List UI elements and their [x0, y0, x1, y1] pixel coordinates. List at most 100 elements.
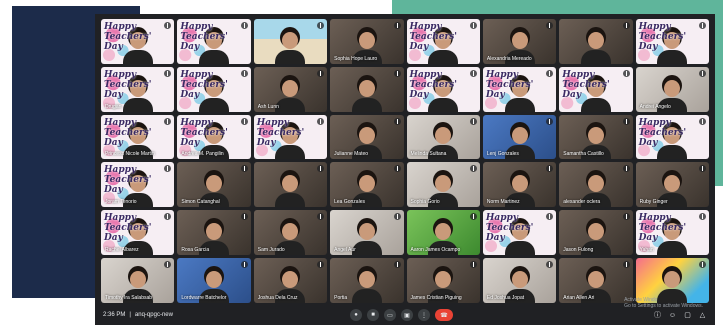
participant-tile[interactable]: Sophia Hope Lauro — [330, 19, 404, 64]
participant-name: Joshua Dela Cruz — [257, 294, 298, 301]
participant-tile[interactable]: Happy Teachers' Day Yahan — [635, 210, 709, 256]
participant-tile[interactable]: Andrei Angelo — [635, 66, 709, 112]
greeting-text: Happy Teachers' Day — [256, 117, 305, 148]
mic-status-icon — [469, 165, 477, 173]
more-options-icon[interactable]: ⋮ — [418, 309, 430, 321]
participant-tile[interactable]: Lea Gonzales — [330, 162, 404, 208]
present-screen-icon[interactable]: ▣ — [401, 309, 413, 321]
participant-tile[interactable]: alexander oclera — [559, 162, 633, 208]
participant-tile[interactable]: Alexandria Mereado — [482, 19, 557, 64]
participant-tile[interactable]: Sam Jurado — [253, 210, 328, 256]
chat-icon[interactable]: ▢ — [683, 311, 692, 320]
mic-status-icon — [393, 22, 401, 29]
participant-tile[interactable]: James Cristian Piguing — [406, 258, 480, 303]
participant-tile[interactable]: Ash Lunn — [253, 66, 328, 112]
participant-tile[interactable]: Happy Teachers' Day — [253, 114, 328, 160]
participant-tile[interactable]: Happy Teachers' Day — [101, 19, 175, 64]
participant-name: Andrei Angelo — [639, 103, 671, 110]
mic-status-icon — [240, 22, 248, 29]
participant-tile[interactable]: Happy Teachers' Day — [635, 19, 709, 64]
participant-tile[interactable] — [330, 66, 404, 112]
participant-tile[interactable]: Happy Teachers' Day Andrea M. Pangilin — [177, 114, 251, 160]
greeting-text: Happy Teachers' Day — [485, 69, 534, 100]
activities-icon[interactable]: △ — [698, 311, 707, 320]
mic-status-icon — [317, 22, 325, 29]
participant-tile[interactable]: Aaron James Ocampo — [406, 210, 480, 256]
mic-status-icon — [546, 117, 554, 125]
mic-status-icon — [469, 213, 477, 221]
participant-tile[interactable]: Joshua Dela Cruz — [253, 258, 328, 303]
participant-tile[interactable]: Rosa Garcia — [177, 210, 251, 256]
mic-status-icon — [393, 117, 401, 125]
participant-tile[interactable]: Samantha Castillo — [559, 114, 633, 160]
participant-tile[interactable]: Happy Teachers' Day Rachel Albarez — [101, 210, 175, 256]
mic-status-icon — [546, 165, 554, 173]
participant-tile[interactable]: Arian Allen Ari — [559, 258, 633, 303]
participant-tile[interactable]: Angel Aur — [330, 210, 404, 256]
participant-tile[interactable]: Lenj Gonzales — [482, 114, 557, 160]
greeting-text: Happy Teachers' Day — [104, 165, 152, 196]
captions-icon[interactable]: ▭ — [384, 309, 396, 321]
mic-status-icon — [469, 22, 477, 29]
end-call-icon[interactable]: ☎ — [435, 309, 453, 321]
mic-status-icon — [546, 22, 554, 29]
mic-status-icon — [393, 213, 401, 221]
mic-status-icon — [164, 22, 172, 29]
participant-tile[interactable]: Lordwarre Batchelor — [177, 258, 251, 303]
participant-tile[interactable]: Jason Fulong — [559, 210, 633, 256]
participant-tile[interactable]: Timothy Ira Salabsab — [101, 258, 175, 303]
microphone-icon[interactable]: ● — [350, 309, 362, 321]
info-icon[interactable]: ⓘ — [653, 311, 662, 320]
greeting-text: Happy Teachers' Day — [104, 117, 152, 148]
participant-tile[interactable]: Happy Teachers' Day Princess Nicole Marti… — [101, 114, 175, 160]
participant-tile[interactable] — [253, 162, 328, 208]
participant-tile[interactable]: Happy Teachers' Day — [635, 114, 709, 160]
participant-tile[interactable]: Ruby Ginger — [635, 162, 709, 208]
meeting-info: 2:36 PM | anq-qpgc-new — [103, 312, 173, 318]
participant-tile[interactable]: Happy Teachers' Day — [482, 210, 557, 256]
participant-name: Aaron James Ocampo — [410, 247, 461, 254]
participant-tile[interactable]: Portia — [330, 258, 404, 303]
participant-tile[interactable] — [253, 19, 328, 64]
participant-tile[interactable]: Sophia Gorio — [406, 162, 480, 208]
participant-tile[interactable]: Julianne Mateo — [330, 114, 404, 160]
participant-tile[interactable]: Simon Catanghal — [177, 162, 251, 208]
mic-status-icon — [699, 165, 706, 173]
participant-tile[interactable] — [559, 19, 633, 64]
participant-tile[interactable]: Happy Teachers' Day — [482, 66, 557, 112]
mic-status-icon — [164, 165, 172, 173]
mic-status-icon — [164, 117, 172, 125]
participant-tile[interactable]: Happy Teachers' Day — [406, 19, 480, 64]
greeting-text: Happy Teachers' Day — [562, 69, 610, 100]
people-icon[interactable]: ☺ — [668, 311, 677, 320]
mic-status-icon — [622, 213, 630, 221]
mic-status-icon — [546, 261, 554, 269]
participant-name: Portia — [334, 294, 348, 301]
participant-name: Jason Fulong — [563, 247, 594, 254]
mic-status-icon — [317, 165, 325, 173]
meeting-time: 2:36 PM — [103, 312, 126, 318]
mic-status-icon — [164, 69, 172, 77]
mic-status-icon — [164, 261, 172, 269]
greeting-text: Happy Teachers' Day — [638, 117, 687, 148]
participant-name: Rachel Albarez — [105, 247, 139, 254]
participant-video — [655, 269, 689, 303]
participant-video — [350, 78, 384, 112]
participant-name: Angel Aur — [334, 247, 356, 254]
participant-name: Joram Tenorio — [105, 199, 137, 206]
call-controls: ● ■ ▭ ▣ ⋮ ☎ — [350, 309, 453, 321]
participant-tile[interactable]: Melinda Sultana — [406, 114, 480, 160]
participant-tile[interactable]: Happy Teachers' Day Drugan — [101, 66, 175, 112]
participant-tile[interactable]: Ed Joshua Jopat — [482, 258, 557, 303]
participant-tile[interactable]: Happy Teachers' Day — [406, 66, 480, 112]
camera-icon[interactable]: ■ — [367, 309, 379, 321]
participant-name: Arian Allen Ari — [563, 294, 595, 301]
participant-tile[interactable]: Happy Teachers' Day — [177, 66, 251, 112]
greeting-text: Happy Teachers' Day — [409, 22, 458, 52]
participant-tile[interactable]: Happy Teachers' Day — [559, 66, 633, 112]
participant-tile[interactable]: Happy Teachers' Day Joram Tenorio — [101, 162, 175, 208]
greeting-text: Happy Teachers' Day — [180, 117, 228, 148]
participant-tile[interactable]: Happy Teachers' Day — [177, 19, 251, 64]
participant-name: Simon Catanghal — [181, 199, 220, 206]
participant-tile[interactable]: Norm Martinez — [482, 162, 557, 208]
